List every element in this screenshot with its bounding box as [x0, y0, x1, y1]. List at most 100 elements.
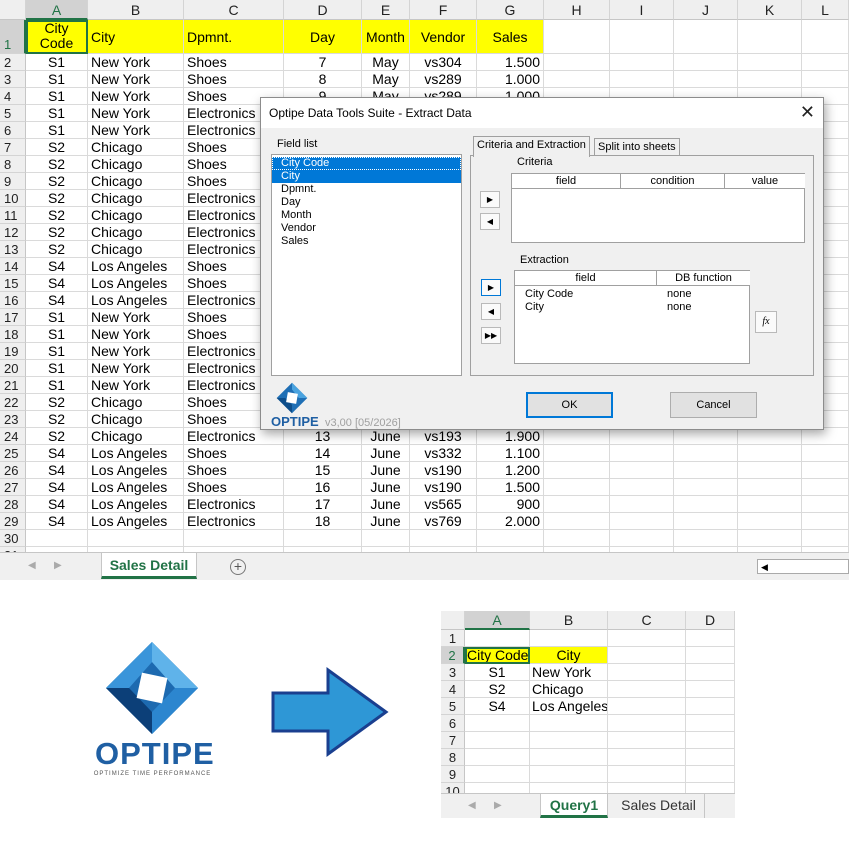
row-header[interactable]: 21 — [0, 377, 26, 394]
data-cell[interactable]: New York — [88, 360, 184, 377]
tab-scroll-right-icon[interactable]: ▶ — [54, 560, 62, 571]
data-cell[interactable]: S1 — [26, 54, 88, 71]
data-cell[interactable]: May — [362, 54, 410, 71]
data-cell[interactable]: New York — [88, 105, 184, 122]
data-cell[interactable]: 8 — [284, 71, 362, 88]
empty-cell[interactable] — [802, 496, 849, 513]
column-header[interactable]: L — [802, 0, 849, 20]
empty-cell[interactable] — [544, 428, 610, 445]
empty-cell[interactable] — [738, 479, 802, 496]
data-cell[interactable]: Chicago — [88, 394, 184, 411]
row-header[interactable]: 24 — [0, 428, 26, 445]
mini-row-header[interactable]: 5 — [441, 698, 465, 715]
empty-cell[interactable] — [674, 496, 738, 513]
mini-empty-cell[interactable] — [530, 766, 608, 783]
mini-tab-scroll-right-icon[interactable]: ▶ — [494, 800, 502, 811]
row-header[interactable]: 16 — [0, 292, 26, 309]
empty-cell[interactable] — [610, 428, 674, 445]
mini-data-cell[interactable]: S1 — [465, 664, 530, 681]
data-cell[interactable]: June — [362, 428, 410, 445]
column-header[interactable]: F — [410, 0, 477, 20]
empty-cell[interactable] — [610, 54, 674, 71]
empty-cell[interactable] — [738, 462, 802, 479]
data-cell[interactable]: S2 — [26, 394, 88, 411]
header-cell[interactable]: City — [88, 20, 184, 54]
data-cell[interactable]: New York — [88, 54, 184, 71]
data-cell[interactable]: Chicago — [88, 173, 184, 190]
data-cell[interactable]: 1.500 — [477, 479, 544, 496]
empty-cell[interactable] — [26, 530, 88, 547]
mini-row-header[interactable]: 6 — [441, 715, 465, 732]
empty-cell[interactable] — [738, 20, 802, 54]
mini-empty-cell[interactable] — [530, 715, 608, 732]
mini-empty-cell[interactable] — [608, 715, 686, 732]
data-cell[interactable]: S2 — [26, 207, 88, 224]
extraction-db-function[interactable]: none — [667, 288, 691, 300]
row-header[interactable]: 13 — [0, 241, 26, 258]
empty-cell[interactable] — [738, 445, 802, 462]
empty-cell[interactable] — [738, 530, 802, 547]
mini-row-header[interactable]: 4 — [441, 681, 465, 698]
tab-sales-detail-mini[interactable]: Sales Detail — [613, 794, 705, 818]
empty-cell[interactable] — [738, 71, 802, 88]
mini-empty-cell[interactable] — [608, 698, 686, 715]
tab-sales-detail[interactable]: Sales Detail — [101, 553, 197, 579]
data-cell[interactable]: Los Angeles — [88, 445, 184, 462]
mini-select-all-corner[interactable] — [441, 611, 465, 630]
mini-empty-cell[interactable] — [686, 664, 735, 681]
row-header[interactable]: 12 — [0, 224, 26, 241]
empty-cell[interactable] — [674, 20, 738, 54]
row-header[interactable]: 23 — [0, 411, 26, 428]
row-header[interactable]: 19 — [0, 343, 26, 360]
data-cell[interactable]: Electronics — [184, 428, 284, 445]
row-header[interactable]: 22 — [0, 394, 26, 411]
data-cell[interactable]: S4 — [26, 496, 88, 513]
data-cell[interactable]: 17 — [284, 496, 362, 513]
data-cell[interactable]: S1 — [26, 105, 88, 122]
add-criteria-button[interactable]: ▶ — [480, 191, 500, 208]
scroll-left-icon[interactable]: ◀ — [761, 560, 768, 574]
row-header[interactable]: 6 — [0, 122, 26, 139]
row-header[interactable]: 25 — [0, 445, 26, 462]
empty-cell[interactable] — [802, 20, 849, 54]
header-cell[interactable]: Dpmnt. — [184, 20, 284, 54]
data-cell[interactable]: S2 — [26, 411, 88, 428]
column-header[interactable]: I — [610, 0, 674, 20]
data-cell[interactable]: 2.000 — [477, 513, 544, 530]
row-header[interactable]: 10 — [0, 190, 26, 207]
mini-empty-cell[interactable] — [686, 766, 735, 783]
data-cell[interactable]: New York — [88, 309, 184, 326]
data-cell[interactable]: Chicago — [88, 207, 184, 224]
data-cell[interactable]: New York — [88, 71, 184, 88]
data-cell[interactable]: 1.200 — [477, 462, 544, 479]
extraction-db-function[interactable]: none — [667, 301, 691, 313]
mini-empty-cell[interactable] — [608, 664, 686, 681]
data-cell[interactable]: Los Angeles — [88, 275, 184, 292]
data-cell[interactable]: Shoes — [184, 71, 284, 88]
extraction-grid[interactable]: field DB function City Code none City none — [514, 270, 750, 364]
empty-cell[interactable] — [184, 530, 284, 547]
data-cell[interactable]: 15 — [284, 462, 362, 479]
empty-cell[interactable] — [610, 20, 674, 54]
empty-cell[interactable] — [674, 54, 738, 71]
data-cell[interactable]: 1.900 — [477, 428, 544, 445]
criteria-grid[interactable]: field condition value — [511, 173, 805, 243]
row-header[interactable]: 27 — [0, 479, 26, 496]
empty-cell[interactable] — [544, 462, 610, 479]
row-header[interactable]: 9 — [0, 173, 26, 190]
empty-cell[interactable] — [674, 479, 738, 496]
data-cell[interactable]: S1 — [26, 343, 88, 360]
mini-row-header[interactable]: 9 — [441, 766, 465, 783]
add-extraction-button[interactable]: ▶ — [481, 279, 501, 296]
mini-empty-cell[interactable] — [465, 749, 530, 766]
data-cell[interactable]: Los Angeles — [88, 479, 184, 496]
row-header[interactable]: 7 — [0, 139, 26, 156]
header-cell[interactable]: Month — [362, 20, 410, 54]
column-header[interactable]: C — [184, 0, 284, 20]
data-cell[interactable]: New York — [88, 122, 184, 139]
empty-cell[interactable] — [802, 513, 849, 530]
empty-cell[interactable] — [802, 445, 849, 462]
data-cell[interactable]: vs193 — [410, 428, 477, 445]
mini-empty-cell[interactable] — [608, 766, 686, 783]
mini-data-cell[interactable]: New York — [530, 664, 608, 681]
